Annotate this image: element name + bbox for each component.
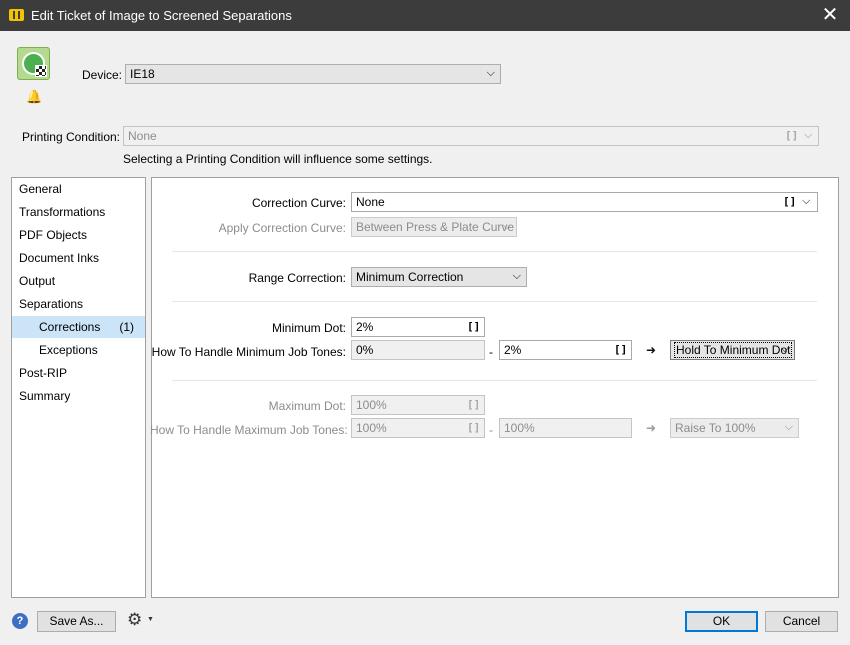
sidebar-item-output[interactable]: Output xyxy=(12,270,145,292)
corrections-panel xyxy=(151,177,839,598)
sidebar-item-document-inks[interactable]: Document Inks xyxy=(12,247,145,269)
sidebar-item-post-rip[interactable]: Post-RIP xyxy=(12,362,145,384)
bracket-icon[interactable]: [] xyxy=(783,195,796,208)
min-job-tones-to-value: 2% xyxy=(504,343,522,357)
correction-curve-select[interactable]: None [] ⌵ xyxy=(351,192,818,212)
maximum-dot-label: Maximum Dot: xyxy=(268,399,346,413)
window-title: Edit Ticket of Image to Screened Separat… xyxy=(31,8,292,23)
printing-condition-note: Selecting a Printing Condition will infl… xyxy=(123,152,433,166)
min-job-tones-to-input[interactable]: 2% [] xyxy=(499,340,632,360)
cancel-button[interactable]: Cancel xyxy=(765,611,838,632)
chevron-down-icon: ⌵ xyxy=(486,67,495,79)
sidebar-item-summary[interactable]: Summary xyxy=(12,385,145,407)
arrow-right-icon: ➜ xyxy=(646,421,657,435)
ticket-icon xyxy=(9,9,24,21)
maximum-dot-value: 100% xyxy=(356,398,387,412)
sidebar-item-corrections[interactable]: Corrections (1) xyxy=(12,316,145,338)
bell-icon[interactable]: 🔔 xyxy=(26,89,42,105)
apply-correction-curve-value: Between Press & Plate Curve xyxy=(356,220,515,234)
maximum-dot-input[interactable]: 100% [] xyxy=(351,395,485,415)
title-bar: Edit Ticket of Image to Screened Separat… xyxy=(0,0,850,31)
max-job-tones-action-value: Raise To 100% xyxy=(675,421,756,435)
corrections-count-badge: (1) xyxy=(119,320,134,334)
save-as-button[interactable]: Save As... xyxy=(37,611,116,632)
bracket-icon[interactable]: [] xyxy=(467,421,480,434)
help-icon[interactable]: ? xyxy=(12,613,28,629)
correction-curve-value: None xyxy=(356,195,385,209)
sidebar-item-general[interactable]: General xyxy=(12,178,145,200)
max-job-tones-from-input[interactable]: 100% [] xyxy=(351,418,485,438)
sidebar-item-transformations[interactable]: Transformations xyxy=(12,201,145,223)
bracket-icon[interactable]: [] xyxy=(614,343,627,356)
range-correction-select[interactable]: Minimum Correction ⌵ xyxy=(351,267,527,287)
bracket-icon[interactable]: [] xyxy=(467,398,480,411)
chevron-down-icon: ⌵ xyxy=(512,270,521,282)
sidebar-item-exceptions[interactable]: Exceptions xyxy=(12,339,145,361)
apply-correction-curve-label: Apply Correction Curve: xyxy=(218,221,346,235)
range-dash: - xyxy=(489,423,493,437)
min-job-tones-action-select[interactable]: Hold To Minimum Dot ⌵ xyxy=(670,340,795,360)
device-value: IE18 xyxy=(130,67,155,81)
ok-button[interactable]: OK xyxy=(685,611,758,632)
printing-condition-value: None xyxy=(128,129,157,143)
minimum-dot-value: 2% xyxy=(356,320,374,334)
min-job-tones-from-value: 0% xyxy=(356,343,374,357)
range-correction-value: Minimum Correction xyxy=(356,270,464,284)
arrow-right-icon: ➜ xyxy=(646,343,657,357)
printing-condition-label: Printing Condition: xyxy=(21,130,120,144)
device-label: Device: xyxy=(81,68,122,82)
apply-correction-curve-select[interactable]: Between Press & Plate Curve ⌵ xyxy=(351,217,517,237)
chevron-down-icon[interactable]: ▼ xyxy=(147,616,154,623)
minimum-dot-label: Minimum Dot: xyxy=(271,321,346,335)
sidebar-item-separations[interactable]: Separations xyxy=(12,293,145,315)
chevron-down-icon[interactable]: ⌵ xyxy=(804,129,812,142)
max-job-tones-label: How To Handle Maximum Job Tones: xyxy=(150,423,348,437)
divider xyxy=(172,251,817,252)
min-job-tones-from-input: 0% xyxy=(351,340,485,360)
range-correction-label: Range Correction: xyxy=(248,271,346,285)
max-job-tones-to-input: 100% xyxy=(499,418,632,438)
bracket-icon[interactable]: [] xyxy=(785,129,798,142)
device-select[interactable]: IE18 ⌵ xyxy=(125,64,501,84)
chevron-down-icon: ⌵ xyxy=(784,421,793,433)
min-job-tones-action-value: Hold To Minimum Dot xyxy=(673,342,793,358)
max-job-tones-from-value: 100% xyxy=(356,421,387,435)
max-job-tones-action-select[interactable]: Raise To 100% ⌵ xyxy=(670,418,799,438)
sidebar-item-pdf-objects[interactable]: PDF Objects xyxy=(12,224,145,246)
correction-curve-label: Correction Curve: xyxy=(251,196,346,210)
divider xyxy=(172,301,817,302)
chevron-down-icon: ⌵ xyxy=(502,220,511,232)
gear-icon[interactable]: ⚙ xyxy=(127,610,142,630)
device-icon xyxy=(17,47,50,80)
minimum-dot-input[interactable]: 2% [] xyxy=(351,317,485,337)
sidebar-nav: General Transformations PDF Objects Docu… xyxy=(11,177,146,598)
max-job-tones-to-value: 100% xyxy=(504,421,535,435)
chevron-down-icon[interactable]: ⌵ xyxy=(802,195,810,208)
printing-condition-select[interactable]: None [] ⌵ xyxy=(123,126,819,146)
min-job-tones-label: How To Handle Minimum Job Tones: xyxy=(151,345,346,359)
range-dash: - xyxy=(489,345,493,359)
chevron-down-icon: ⌵ xyxy=(780,343,789,355)
close-icon[interactable]: ✕ xyxy=(818,3,842,27)
bracket-icon[interactable]: [] xyxy=(467,320,480,333)
divider xyxy=(172,380,817,381)
